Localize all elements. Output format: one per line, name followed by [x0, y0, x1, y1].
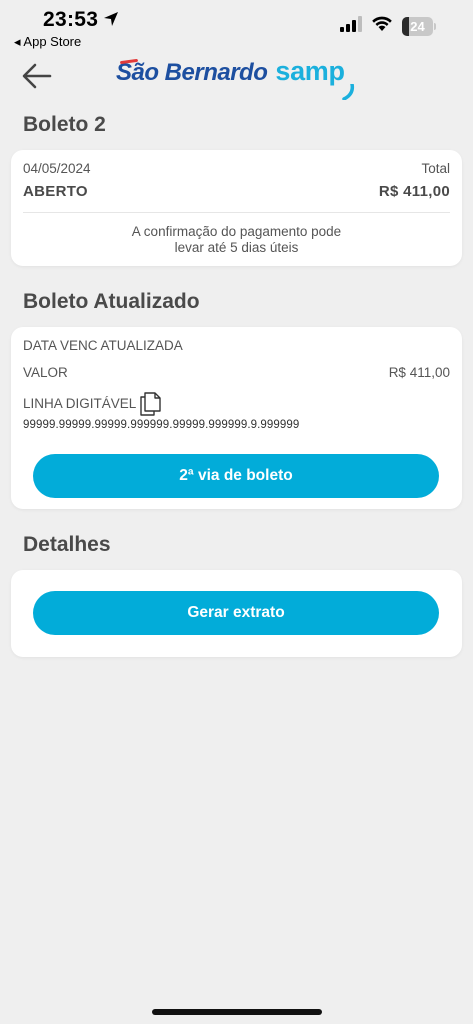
back-arrow-icon[interactable] — [22, 62, 52, 90]
wifi-icon — [372, 16, 392, 31]
linha-digitavel-label: LINHA DIGITÁVEL — [23, 396, 137, 411]
notice-line-1: A confirmação do pagamento pode — [131, 224, 342, 239]
boleto-summary-card: 04/05/2024 Total ABERTO R$ 411,00 A conf… — [11, 150, 462, 266]
detalhes-section-title: Detalhes — [23, 533, 111, 556]
logo-text-sao-bernardo: São Bernardo — [116, 59, 268, 86]
data-venc-label: DATA VENC ATUALIZADA — [23, 338, 183, 353]
copy-icon[interactable] — [139, 392, 161, 416]
boleto-amount: R$ 411,00 — [378, 183, 450, 200]
boleto-total-label: Total — [421, 161, 450, 176]
status-time: 23:53 — [43, 8, 99, 31]
boleto-section-title: Boleto 2 — [23, 113, 106, 136]
notice-line-2: levar até 5 dias úteis — [174, 240, 299, 255]
detalhes-card: Gerar extrato — [11, 570, 462, 657]
payment-confirmation-notice: A confirmação do pagamento pode levar at… — [11, 224, 462, 256]
boleto-status: ABERTO — [23, 183, 88, 200]
boleto-date: 04/05/2024 — [23, 161, 91, 176]
signal-icon — [340, 16, 362, 32]
segunda-via-boleto-button[interactable]: 2ª via de boleto — [33, 454, 439, 498]
home-indicator[interactable] — [152, 1009, 322, 1015]
gerar-extrato-button[interactable]: Gerar extrato — [33, 591, 439, 635]
valor-label: VALOR — [23, 365, 68, 380]
back-to-app-store-link[interactable]: ◂ App Store — [14, 34, 81, 50]
logo-text-samp: samp — [275, 56, 345, 86]
card-divider — [23, 212, 450, 213]
boleto-atualizado-card: DATA VENC ATUALIZADA VALOR R$ 411,00 LIN… — [11, 327, 462, 509]
boleto-atualizado-section-title: Boleto Atualizado — [23, 290, 200, 313]
sao-bernardo-samp-logo: São Bernardo samp — [116, 56, 356, 100]
battery-percentage: 24 — [410, 19, 425, 34]
battery-icon: 24 — [402, 17, 436, 36]
location-arrow-icon — [104, 12, 118, 26]
logo-swoosh-icon — [341, 84, 354, 100]
status-bar: 23:53 ◂ App Store 24 — [0, 0, 473, 52]
linha-digitavel-value[interactable]: 99999.99999.99999.999999.99999.999999.9.… — [23, 419, 299, 431]
valor-amount: R$ 411,00 — [388, 365, 450, 380]
